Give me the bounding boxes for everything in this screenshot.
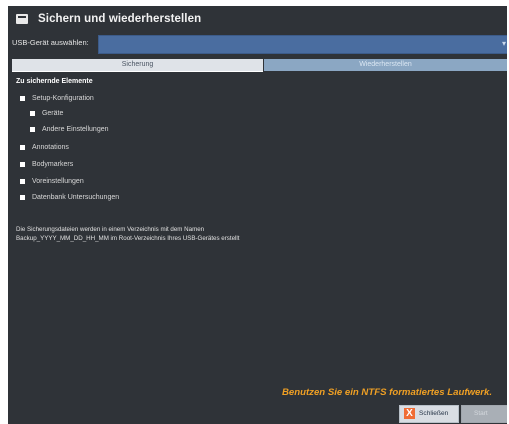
- tab-sicherung[interactable]: Sicherung: [12, 59, 263, 72]
- checkbox[interactable]: [20, 145, 25, 150]
- item-label: Bodymarkers: [31, 161, 74, 168]
- other-settings-item[interactable]: Andere Einstellungen: [30, 126, 109, 133]
- item-label: Datenbank Untersuchungen: [31, 194, 120, 201]
- note-line-2: Backup_YYYY_MM_DD_HH_MM im Root-Verzeich…: [16, 235, 240, 242]
- setup-configuration-item[interactable]: Setup-Konfiguration: [20, 95, 94, 102]
- section-title: Zu sichernde Elemente: [16, 78, 93, 85]
- annotations-item[interactable]: Annotations: [20, 144, 69, 151]
- item-label: Annotations: [31, 144, 69, 151]
- start-label: Start: [474, 410, 488, 417]
- window-title: Sichern und wiederherstellen: [38, 13, 202, 25]
- usb-device-row: USB-Gerät auswählen: ▾: [8, 35, 507, 54]
- tab-bar: Sicherung Wiederherstellen: [12, 59, 507, 72]
- close-icon: X: [404, 408, 415, 419]
- title-bar: Sichern und wiederherstellen: [8, 6, 507, 34]
- tab-wiederherstellen[interactable]: Wiederherstellen: [264, 59, 507, 71]
- close-label: Schließen: [419, 410, 449, 417]
- checkbox[interactable]: [20, 179, 25, 184]
- checkbox[interactable]: [20, 195, 25, 200]
- devices-item[interactable]: Geräte: [30, 110, 63, 117]
- backup-content: Zu sichernde Elemente Setup-Konfiguratio…: [16, 78, 496, 398]
- item-label: Andere Einstellungen: [41, 126, 109, 133]
- checkbox[interactable]: [20, 162, 25, 167]
- note-line-1: Die Sicherungsdateien werden in einem Ve…: [16, 226, 205, 233]
- backup-icon: [16, 14, 28, 24]
- checkbox[interactable]: [30, 127, 35, 132]
- item-label: Geräte: [41, 110, 64, 117]
- start-button[interactable]: Start: [461, 405, 507, 423]
- backup-note: Die Sicherungsdateien werden in einem Ve…: [16, 225, 240, 243]
- bottom-bar: X Schließen Start: [8, 403, 507, 424]
- database-exams-item[interactable]: Datenbank Untersuchungen: [20, 194, 119, 201]
- usb-device-label: USB-Gerät auswählen:: [12, 38, 89, 47]
- ntfs-warning: Benutzen Sie ein NTFS formatiertes Laufw…: [282, 387, 493, 398]
- close-button[interactable]: X Schließen: [399, 405, 459, 423]
- item-label: Setup-Konfiguration: [31, 95, 94, 102]
- checkbox[interactable]: [20, 96, 25, 101]
- chevron-down-icon[interactable]: ▾: [502, 39, 506, 48]
- bodymarkers-item[interactable]: Bodymarkers: [20, 161, 73, 168]
- item-label: Voreinstellungen: [31, 178, 84, 185]
- backup-restore-window: Sichern und wiederherstellen USB-Gerät a…: [8, 6, 507, 424]
- presets-item[interactable]: Voreinstellungen: [20, 178, 84, 185]
- usb-device-select[interactable]: ▾: [98, 35, 507, 54]
- checkbox[interactable]: [30, 111, 35, 116]
